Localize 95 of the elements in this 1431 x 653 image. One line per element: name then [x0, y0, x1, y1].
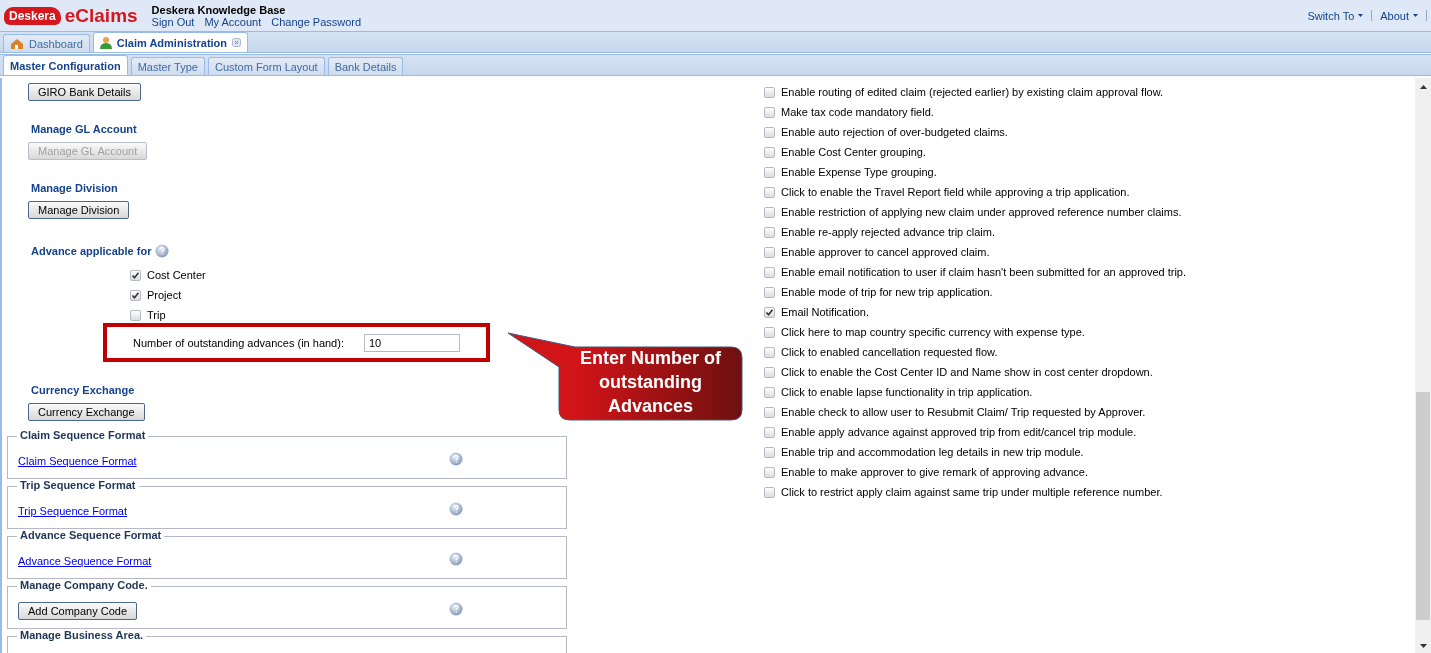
checkbox-label: Project [147, 289, 182, 301]
tab[interactable]: Master Type [130, 57, 205, 75]
caret-icon[interactable] [1358, 14, 1364, 17]
checkbox-label: Enable apply advance against approved trip from edit/cancel trip module. [781, 426, 1137, 438]
help-icon[interactable] [449, 502, 463, 516]
checkbox-label: Enable routing of edited claim (rejected earlier) by existing claim approval flow. [781, 86, 1164, 98]
checkbox-label: Click to enable the Travel Report field while approving a trip application. [781, 186, 1130, 198]
action-button[interactable]: Manage Division [28, 201, 130, 219]
checkbox-label: Click to enabled cancellation requested flow. [781, 346, 998, 358]
checkbox-label: Enable Cost Center grouping. [781, 146, 926, 158]
checkbox[interactable] [764, 486, 775, 498]
section-heading: Advance applicable for [31, 245, 152, 257]
checkbox[interactable] [764, 166, 775, 178]
scrollbar[interactable] [1415, 78, 1431, 653]
checkbox-label: Enable email notification to user if claim hasn't been submitted for an approved trip. [781, 266, 1187, 278]
help-icon[interactable] [449, 552, 463, 566]
checkbox-label: Enable mode of trip for new trip application. [781, 286, 993, 298]
checkbox-label: Enable check to allow user to Resubmit Claim/ Trip requested by Approver. [781, 406, 1146, 418]
checkbox-label: Click to enable the Cost Center ID and Name show in cost center dropdown. [781, 366, 1153, 378]
checkbox[interactable] [764, 226, 775, 238]
checkbox[interactable] [764, 426, 775, 438]
tab[interactable]: Bank Details [327, 57, 404, 75]
checkbox-label: Enable auto rejection of over-budgeted claims. [781, 126, 1008, 138]
section-heading: Currency Exchange [31, 384, 136, 396]
checkbox[interactable] [764, 266, 775, 278]
checkbox[interactable] [764, 106, 775, 118]
checkbox[interactable] [130, 309, 141, 321]
logo-product: eClaims [64, 4, 138, 27]
action-button[interactable]: Add Company Code [18, 601, 138, 620]
checkbox[interactable] [764, 246, 775, 258]
checkbox[interactable] [764, 126, 775, 138]
checkbox-label: Enable re-apply rejected advance trip claim. [781, 226, 995, 238]
checkbox[interactable] [764, 406, 775, 418]
checkbox-label: Trip [147, 309, 166, 321]
checkbox-label: Email Notification. [781, 306, 870, 318]
header-link[interactable]: Sign Out [151, 15, 195, 28]
checkbox[interactable] [764, 466, 775, 478]
tab[interactable]: Custom Form Layout [207, 57, 325, 75]
checkbox-label: Cost Center [147, 269, 206, 281]
checkbox[interactable] [130, 269, 141, 281]
action-button[interactable]: Currency Exchange [28, 403, 145, 421]
checkbox[interactable] [764, 366, 775, 378]
scroll-up-icon[interactable] [1419, 85, 1427, 89]
scroll-thumb[interactable] [1416, 392, 1430, 620]
action-button[interactable]: GIRO Bank Details [28, 83, 141, 101]
checkbox-label: Enable approver to cancel approved claim. [781, 246, 990, 258]
format-link[interactable]: Trip Sequence Format [18, 504, 128, 517]
format-link[interactable]: Advance Sequence Format [18, 554, 152, 567]
help-icon[interactable] [449, 452, 463, 466]
checkbox[interactable] [764, 286, 775, 298]
checkbox[interactable] [764, 386, 775, 398]
checkbox[interactable] [130, 289, 141, 301]
section-heading: Manage Division [31, 182, 119, 194]
input-field[interactable]: 10 [363, 333, 460, 352]
format-link[interactable]: Claim Sequence Format [18, 454, 137, 467]
checkbox-label: Click here to map country specific currency with expense type. [781, 326, 1085, 338]
tab[interactable]: Claim Administration [92, 32, 249, 52]
checkbox[interactable] [764, 306, 775, 318]
checkbox-label: Enable trip and accommodation leg details in new trip module. [781, 446, 1084, 458]
fieldset-legend: Trip Sequence Format [17, 479, 139, 491]
checkbox[interactable] [764, 346, 775, 358]
checkbox-label: Enable restriction of applying new claim under approved reference number claims. [781, 206, 1182, 218]
tab[interactable]: Dashboard [3, 34, 90, 52]
house-icon [10, 37, 24, 50]
header-link[interactable]: My Account [204, 15, 262, 28]
checkbox-label: Click to restrict apply claim against same trip under multiple reference number. [781, 486, 1163, 498]
field-label: Number of outstanding advances (in hand): [133, 336, 344, 349]
logo-brand: Deskera [4, 6, 61, 25]
header-link[interactable]: Change Password [271, 15, 362, 28]
caret-icon[interactable] [1413, 14, 1418, 17]
fieldset-legend: Advance Sequence Format [17, 529, 165, 541]
company-name: Deskera Knowledge Base [151, 3, 287, 16]
tab[interactable]: Master Configuration [3, 55, 128, 75]
help-icon[interactable] [449, 602, 463, 616]
menu-link[interactable]: Switch To [1307, 9, 1355, 22]
fieldset-legend: Claim Sequence Format [17, 429, 149, 441]
scroll-down-icon[interactable] [1419, 644, 1427, 648]
help-icon[interactable] [155, 244, 170, 258]
section-heading: Manage GL Account [31, 123, 138, 135]
person-icon [99, 36, 112, 49]
checkbox[interactable] [764, 446, 775, 458]
checkbox[interactable] [764, 86, 775, 98]
callout-text: Enter Number of outstanding Advances [579, 346, 722, 418]
checkbox-label: Enable Expense Type grouping. [781, 166, 937, 178]
fieldset-legend: Manage Company Code. [17, 579, 151, 591]
menu-link[interactable]: About [1380, 9, 1409, 22]
checkbox-label: Click to enable lapse functionality in trip application. [781, 386, 1033, 398]
checkbox[interactable] [764, 186, 775, 198]
close-icon[interactable] [232, 38, 242, 47]
checkbox-label: Make tax code mandatory field. [781, 106, 934, 118]
fieldset-legend: Manage Business Area. [17, 629, 147, 641]
checkbox[interactable] [764, 206, 775, 218]
checkbox[interactable] [764, 326, 775, 338]
checkbox-label: Enable to make approver to give remark of approving advance. [781, 466, 1088, 478]
checkbox[interactable] [764, 146, 775, 158]
